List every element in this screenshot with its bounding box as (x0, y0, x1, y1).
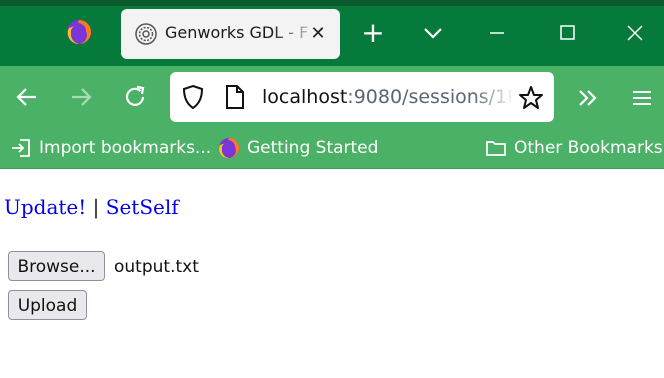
folder-icon (486, 141, 506, 156)
link-separator: | (86, 195, 106, 219)
close-tab-icon[interactable]: ✕ (307, 23, 329, 45)
firefox-view-icon[interactable] (66, 19, 92, 45)
genworks-favicon-icon (135, 23, 157, 45)
selected-file-name: output.txt (114, 257, 199, 277)
update-link[interactable]: Update! (4, 195, 86, 219)
firefox-icon (219, 138, 239, 159)
url-host: localhost (262, 86, 348, 108)
close-window-icon[interactable] (615, 16, 655, 50)
bookmark-star-icon[interactable] (517, 84, 545, 112)
import-icon (12, 139, 30, 157)
chevron-down-icon[interactable] (420, 22, 446, 44)
bookmark-import[interactable]: Import bookmarks... (39, 136, 211, 160)
new-tab-button[interactable]: + (360, 19, 386, 47)
upload-button[interactable]: Upload (8, 290, 87, 320)
browse-button[interactable]: Browse... (8, 251, 105, 281)
back-arrow-icon[interactable] (12, 82, 42, 112)
forward-arrow-icon[interactable] (66, 82, 96, 112)
minimize-window-icon[interactable] (477, 16, 517, 50)
bookmark-getting-started[interactable]: Getting Started (247, 136, 378, 160)
active-tab[interactable]: Genworks GDL - F ✕ (121, 9, 340, 59)
bookmark-other[interactable]: Other Bookmarks (514, 136, 663, 160)
shield-icon[interactable] (180, 84, 206, 110)
reload-icon[interactable] (120, 82, 150, 112)
hamburger-menu-icon[interactable] (628, 84, 656, 112)
chevron-double-right-icon[interactable] (574, 84, 602, 112)
titlebar-top-strip (0, 0, 664, 6)
url-fade (474, 80, 514, 116)
maximize-window-icon[interactable] (547, 16, 587, 50)
setself-link[interactable]: SetSelf (106, 195, 179, 219)
page-links: Update! | SetSelf (4, 195, 179, 219)
page-icon[interactable] (224, 84, 246, 110)
